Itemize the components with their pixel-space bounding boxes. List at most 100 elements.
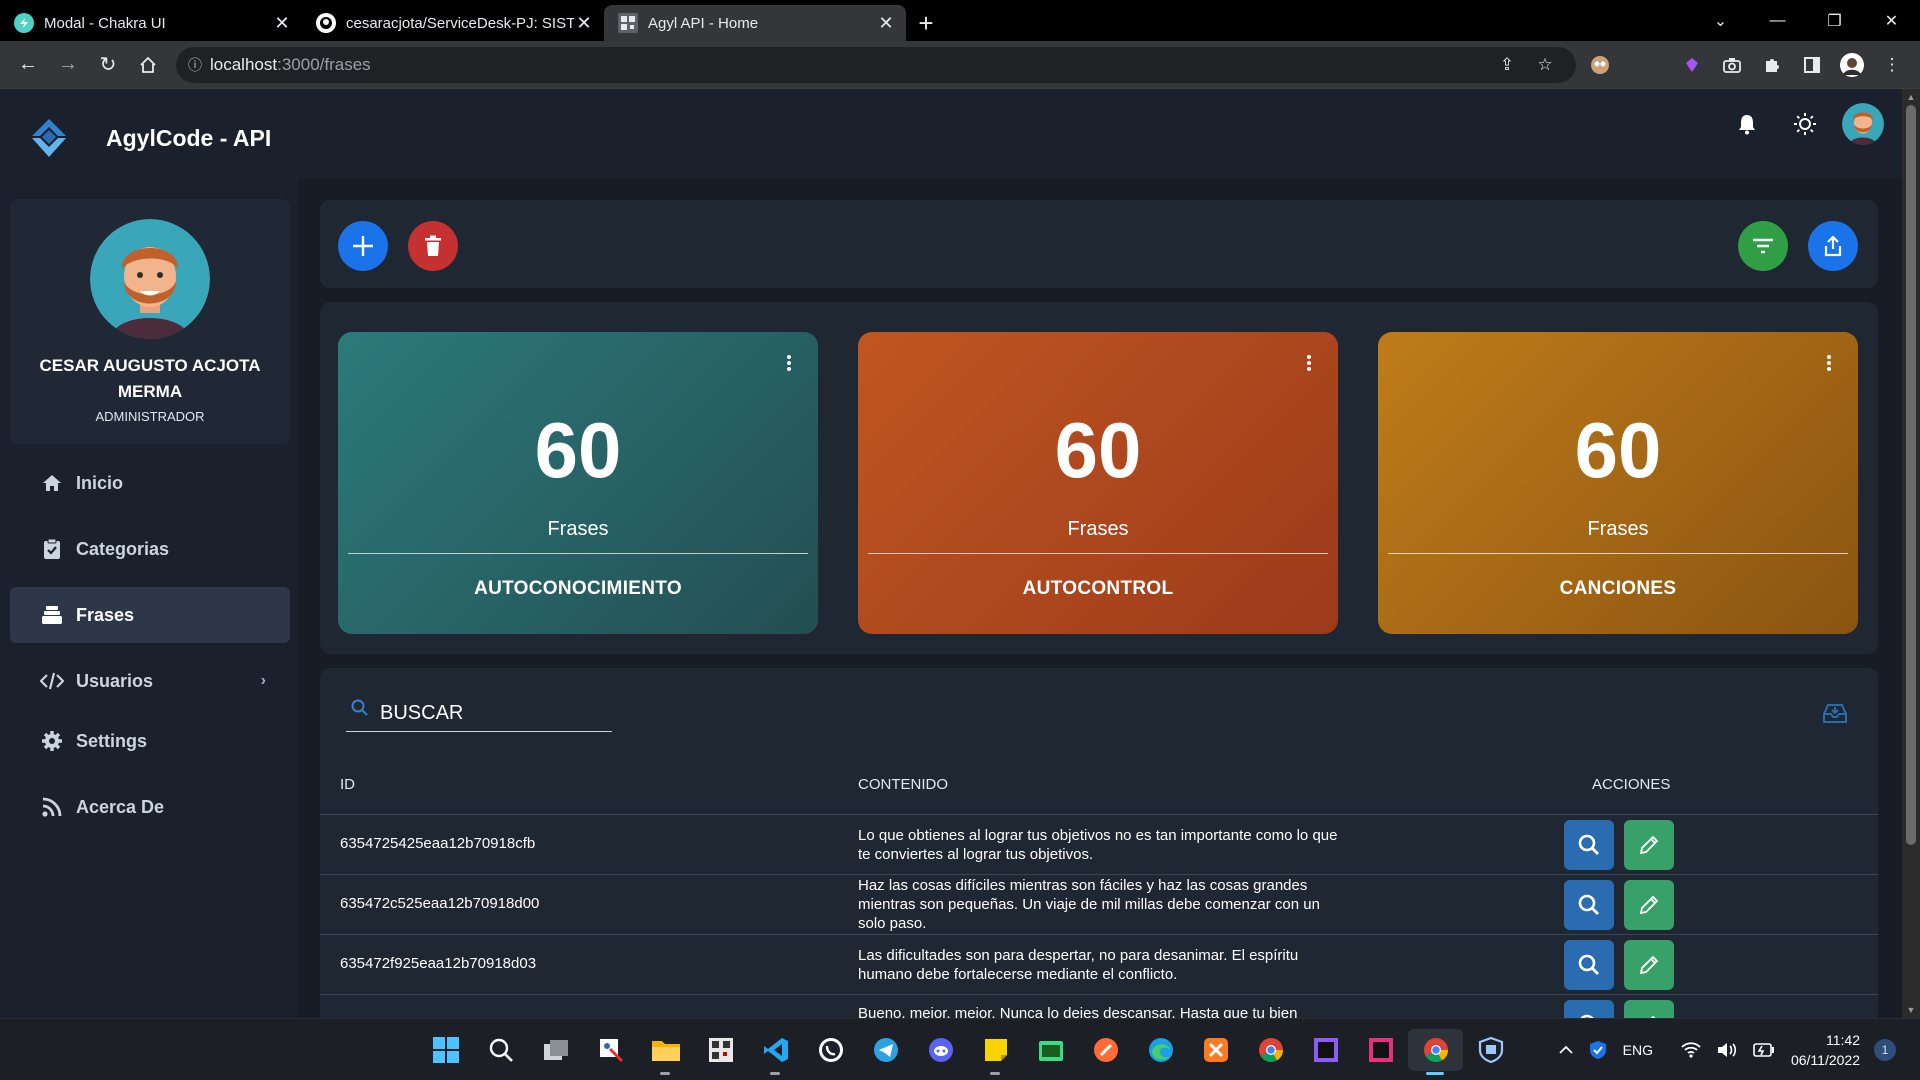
edit-button[interactable] bbox=[1624, 880, 1674, 930]
xampp-icon[interactable] bbox=[1188, 1029, 1243, 1071]
view-button[interactable] bbox=[1564, 880, 1614, 930]
search-icon[interactable] bbox=[473, 1029, 528, 1071]
clock-time: 11:42 bbox=[1826, 1032, 1860, 1048]
chrome-icon[interactable] bbox=[1243, 1029, 1298, 1071]
stat-count: 60 bbox=[1054, 406, 1142, 494]
add-button[interactable] bbox=[338, 221, 388, 271]
browser-tab-github[interactable]: cesaracjota/ServiceDesk-PJ: SISTE ✕ bbox=[302, 5, 604, 41]
filter-button[interactable] bbox=[1738, 221, 1788, 271]
sun-icon[interactable] bbox=[1776, 103, 1834, 145]
discord-icon[interactable] bbox=[913, 1029, 968, 1071]
chevron-up-icon[interactable] bbox=[1558, 1045, 1573, 1055]
row-content: Las dificultades son para despertar, no … bbox=[858, 947, 1299, 983]
edge-icon[interactable] bbox=[1133, 1029, 1188, 1071]
kebab-menu-icon[interactable] bbox=[1826, 354, 1832, 372]
sticky-notes-icon[interactable] bbox=[968, 1029, 1023, 1075]
sidebar-item-acerca-de[interactable]: Acerca De bbox=[10, 779, 290, 835]
notification-badge[interactable]: 1 bbox=[1874, 1039, 1896, 1061]
delete-button[interactable] bbox=[408, 221, 458, 271]
sidebar-item-settings[interactable]: Settings bbox=[10, 713, 290, 769]
scrollbar-thumb[interactable] bbox=[1906, 105, 1916, 845]
export-button[interactable] bbox=[1808, 221, 1858, 271]
qr-favicon-icon bbox=[618, 13, 638, 33]
view-button[interactable] bbox=[1564, 940, 1614, 990]
profile-avatar-icon[interactable] bbox=[1832, 45, 1872, 85]
sidebar-item-categorias[interactable]: Categorias bbox=[10, 521, 290, 577]
inbox-download-icon[interactable] bbox=[1822, 702, 1848, 724]
home-browser-icon[interactable] bbox=[128, 45, 168, 85]
edit-button[interactable] bbox=[1624, 820, 1674, 870]
scroll-up-icon[interactable]: ▲ bbox=[1902, 92, 1920, 102]
row-id: 635472c525eaa12b70918d00 bbox=[340, 895, 540, 912]
back-icon[interactable]: ← bbox=[8, 45, 48, 85]
stats-cards-panel: 60 Frases AUTOCONOCIMIENTO 60 Frases AUT… bbox=[320, 302, 1878, 654]
edit-button[interactable] bbox=[1624, 1000, 1674, 1018]
brand[interactable]: AgylCode - API bbox=[28, 117, 271, 159]
camera-icon[interactable] bbox=[1712, 45, 1752, 85]
search-input[interactable]: BUSCAR bbox=[346, 692, 612, 732]
browser-tab-chakra[interactable]: Modal - Chakra UI ✕ bbox=[0, 5, 302, 41]
side-panel-icon[interactable] bbox=[1792, 45, 1832, 85]
sidebar-item-usuarios[interactable]: Usuarios › bbox=[10, 653, 290, 709]
header-avatar[interactable] bbox=[1842, 103, 1884, 145]
minimize-icon[interactable]: — bbox=[1749, 0, 1806, 41]
extension-gem-icon[interactable] bbox=[1672, 45, 1712, 85]
tab-close-icon[interactable]: ✕ bbox=[876, 13, 896, 34]
browser-tab-agyl[interactable]: Agyl API - Home ✕ bbox=[604, 5, 906, 41]
extension-avatar-icon[interactable] bbox=[1580, 45, 1620, 85]
share-icon[interactable]: ⇪ bbox=[1488, 55, 1526, 75]
tab-close-icon[interactable]: ✕ bbox=[574, 13, 594, 34]
qr-app-icon[interactable] bbox=[693, 1029, 748, 1071]
postman-icon[interactable] bbox=[1078, 1029, 1133, 1071]
android-studio-icon[interactable] bbox=[1023, 1029, 1078, 1071]
tab-search-icon[interactable]: ⌄ bbox=[1692, 0, 1749, 41]
datagrip-icon[interactable] bbox=[1298, 1029, 1353, 1071]
kebab-menu-icon[interactable] bbox=[786, 354, 792, 372]
site-info-icon[interactable]: ⓘ bbox=[188, 55, 210, 75]
vscode-icon[interactable] bbox=[748, 1029, 803, 1075]
extensions-puzzle-icon[interactable] bbox=[1752, 45, 1792, 85]
bookmark-star-icon[interactable]: ☆ bbox=[1526, 55, 1564, 75]
stat-card-autocontrol[interactable]: 60 Frases AUTOCONTROL bbox=[858, 332, 1338, 634]
pencil-icon bbox=[1639, 955, 1659, 975]
battery-icon[interactable] bbox=[1753, 1043, 1775, 1057]
scroll-down-icon[interactable]: ▼ bbox=[1902, 1005, 1920, 1015]
view-button[interactable] bbox=[1564, 1000, 1614, 1018]
clock[interactable]: 11:42 06/11/2022 bbox=[1791, 1030, 1860, 1070]
whatsapp-icon[interactable] bbox=[803, 1029, 858, 1071]
stat-card-autoconocimiento[interactable]: 60 Frases AUTOCONOCIMIENTO bbox=[338, 332, 818, 634]
running-indicator bbox=[990, 1072, 1000, 1075]
stat-category: AUTOCONOCIMIENTO bbox=[474, 578, 682, 599]
restore-icon[interactable]: ❐ bbox=[1806, 0, 1863, 41]
view-button[interactable] bbox=[1564, 820, 1614, 870]
file-explorer-icon[interactable] bbox=[638, 1029, 693, 1075]
forward-icon[interactable]: → bbox=[48, 45, 88, 85]
table-row: Bueno, mejor, mejor. Nunca lo dejes desc… bbox=[320, 994, 1878, 1018]
reload-icon[interactable]: ↻ bbox=[88, 45, 128, 85]
snipping-tool-icon[interactable] bbox=[583, 1029, 638, 1071]
page-scrollbar[interactable]: ▲ ▼ bbox=[1902, 89, 1920, 1018]
wifi-icon[interactable] bbox=[1681, 1042, 1701, 1058]
window-close-icon[interactable]: ✕ bbox=[1863, 0, 1920, 41]
bell-icon[interactable] bbox=[1718, 103, 1776, 145]
browser-menu-icon[interactable]: ⋮ bbox=[1872, 45, 1912, 85]
tab-close-icon[interactable]: ✕ bbox=[272, 13, 292, 34]
intellij-icon[interactable] bbox=[1353, 1029, 1408, 1071]
agyl-logo-icon bbox=[32, 119, 66, 157]
sidebar-item-inicio[interactable]: Inicio bbox=[10, 455, 290, 511]
kebab-menu-icon[interactable] bbox=[1306, 354, 1312, 372]
windows-start-icon[interactable] bbox=[418, 1029, 473, 1071]
edit-button[interactable] bbox=[1624, 940, 1674, 990]
chrome-active-icon[interactable] bbox=[1408, 1029, 1463, 1075]
sidebar-item-frases[interactable]: Frases bbox=[10, 587, 290, 643]
volume-icon[interactable] bbox=[1717, 1042, 1737, 1058]
url-field[interactable]: ⓘ localhost:3000/frases ⇪ ☆ bbox=[176, 46, 1576, 83]
new-tab-icon[interactable]: + bbox=[906, 5, 946, 41]
language-indicator[interactable]: ENG bbox=[1623, 1042, 1653, 1058]
telegram-icon[interactable] bbox=[858, 1029, 913, 1071]
user-profile-card: CESAR AUGUSTO ACJOTA MERMA ADMINISTRADOR bbox=[10, 199, 290, 444]
defender-shield-icon[interactable] bbox=[1589, 1040, 1607, 1060]
stat-card-canciones[interactable]: 60 Frases CANCIONES bbox=[1378, 332, 1858, 634]
windows-security-icon[interactable] bbox=[1463, 1029, 1518, 1071]
task-view-icon[interactable] bbox=[528, 1029, 583, 1071]
